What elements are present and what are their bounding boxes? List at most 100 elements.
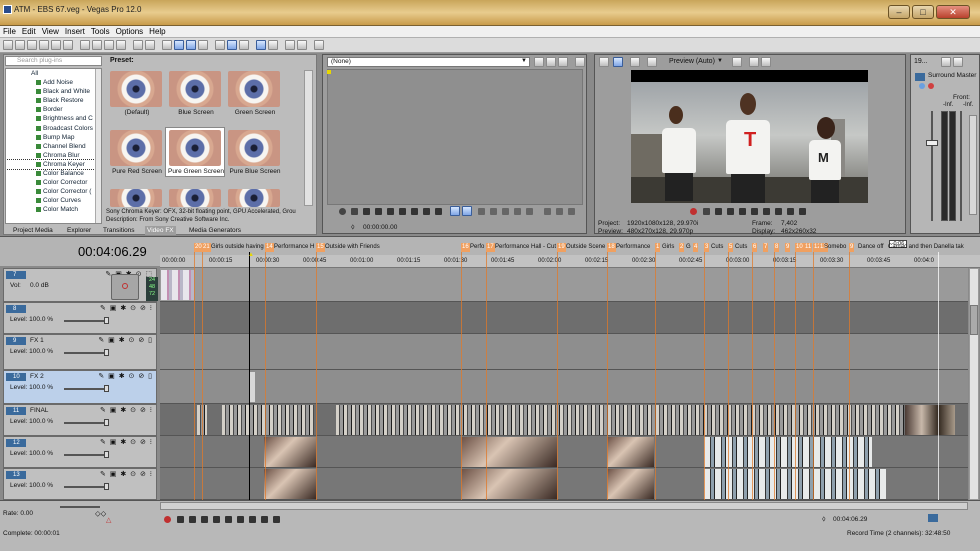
track-name[interactable]: FX 2	[30, 373, 44, 381]
tree-item[interactable]: Chroma Blur	[6, 151, 101, 160]
tree-item[interactable]: Color Balance	[6, 169, 101, 178]
track-level-knob[interactable]	[104, 385, 109, 392]
trimmer-insert-icon[interactable]	[490, 208, 497, 215]
preview-end-icon[interactable]	[775, 208, 782, 215]
properties-icon[interactable]	[63, 40, 73, 50]
track-lane-10[interactable]	[160, 370, 968, 404]
mixer-scrollbar[interactable]	[969, 115, 977, 215]
timeline-marker[interactable]: 3	[704, 243, 710, 252]
track-scroll-thumb[interactable]	[970, 305, 978, 335]
preview-fx-icon[interactable]	[630, 57, 640, 67]
trimmer-record-icon[interactable]	[339, 208, 346, 215]
trimmer-end-icon[interactable]	[411, 208, 418, 215]
timeline-marker[interactable]: 18	[607, 243, 616, 252]
tab-media-generators[interactable]: Media Generators	[189, 226, 241, 235]
trimmer-region-add-icon[interactable]	[556, 208, 563, 215]
video-event[interactable]	[905, 405, 955, 435]
preset-scrollbar[interactable]	[304, 70, 313, 206]
timeline-prev-frame-icon[interactable]	[261, 516, 268, 523]
tree-item[interactable]: Black Restore	[6, 96, 101, 105]
tree-item[interactable]: Color Curves	[6, 196, 101, 205]
redo-icon[interactable]	[145, 40, 155, 50]
menu-file[interactable]: File	[0, 26, 19, 38]
track-level-knob[interactable]	[104, 317, 109, 324]
chevron-down-icon[interactable]: ▼	[717, 58, 723, 64]
minimize-button[interactable]: –	[888, 5, 910, 19]
trimmer-settings-icon[interactable]	[546, 57, 556, 67]
preview-properties-icon[interactable]	[599, 57, 609, 67]
preview-save-snapshot-icon[interactable]	[761, 57, 771, 67]
tree-item-selected[interactable]: Chroma Keyer	[6, 158, 101, 171]
delete-icon[interactable]	[116, 40, 126, 50]
mixer-fader-knob[interactable]	[926, 140, 938, 146]
timeline-marker[interactable]: 15	[316, 243, 325, 252]
timeline-marker[interactable]: 14	[265, 243, 274, 252]
video-event[interactable]	[461, 469, 557, 499]
mixer-menu-icon[interactable]	[941, 57, 951, 67]
cut-icon[interactable]	[80, 40, 90, 50]
track-controls[interactable]: ✎ ▣ ✱ ⊙ ⊘ ⁝	[100, 406, 153, 414]
track-controls[interactable]: ✎ ▣ ✱ ⊙ ⊘ ⁝	[100, 438, 153, 446]
video-event[interactable]	[264, 469, 316, 499]
track-header-7[interactable]: 7 Vol: 0.0 dB ✎ ▣ ✱ ⊙ ⬚ 24 48 72	[3, 268, 158, 302]
track-controls[interactable]: ✎ ▣ ✱ ⊙ ⊘ ▯	[98, 336, 153, 344]
preview-play-icon[interactable]	[727, 208, 734, 215]
preset-thumbnail-partial[interactable]	[228, 189, 280, 207]
track-name[interactable]: FX 1	[30, 337, 44, 345]
trimmer-region-icon[interactable]	[526, 208, 533, 215]
timeline-next-frame-icon[interactable]	[273, 516, 280, 523]
timeline-loop-icon[interactable]	[177, 516, 184, 523]
video-event[interactable]	[222, 405, 314, 435]
timeline-marker[interactable]: 1	[655, 243, 661, 252]
new-project-icon[interactable]	[3, 40, 13, 50]
track-header-9[interactable]: 9 FX 1 ✎ ▣ ✱ ⊙ ⊘ ▯ Level: 100.0 %	[3, 334, 157, 370]
paste-icon[interactable]	[104, 40, 114, 50]
preview-start-icon[interactable]	[763, 208, 770, 215]
tab-project-media[interactable]: Project Media	[13, 226, 53, 235]
track-level-slider[interactable]	[64, 486, 109, 488]
track-header-8[interactable]: 8 ✎ ▣ ✱ ⊙ ⊘ ⁝ Level: 100.0 %	[3, 302, 157, 334]
menu-edit[interactable]: Edit	[19, 26, 39, 38]
preset-thumbnail-default[interactable]	[110, 71, 162, 107]
video-event[interactable]	[336, 405, 904, 435]
timeline-play-start-icon[interactable]	[189, 516, 196, 523]
timeline-horizontal-scrollbar[interactable]	[160, 502, 968, 510]
lock-envelopes-icon[interactable]	[186, 40, 196, 50]
copy-icon[interactable]	[92, 40, 102, 50]
video-event[interactable]	[461, 437, 557, 467]
open-icon[interactable]	[15, 40, 25, 50]
track-header-11[interactable]: 11 FINAL ✎ ▣ ✱ ⊙ ⊘ ⁝ Level: 100.0 %	[3, 404, 157, 436]
search-plugins-input[interactable]: Search plug-ins	[5, 56, 102, 66]
timeline-marker[interactable]: 19	[557, 243, 566, 252]
trimmer-fill-icon[interactable]	[514, 208, 521, 215]
menu-view[interactable]: View	[39, 26, 62, 38]
preview-overlays-icon[interactable]	[732, 57, 742, 67]
preset-thumbnail-partial[interactable]	[110, 189, 162, 207]
tree-item[interactable]: Brightness and C	[6, 114, 101, 123]
mixer-mute-icon[interactable]	[919, 83, 925, 89]
crossfades-icon[interactable]	[215, 40, 225, 50]
close-button[interactable]: ✕	[936, 5, 970, 19]
tree-scrollbar[interactable]	[95, 69, 101, 223]
preview-stop-icon[interactable]	[751, 208, 758, 215]
track-level-slider[interactable]	[64, 320, 109, 322]
trimmer-next-frame-icon[interactable]	[435, 208, 442, 215]
preset-thumbnail-pure-blue-screen[interactable]	[228, 130, 280, 166]
timeline-marker[interactable]: 4	[693, 243, 699, 252]
mixer-solo-icon[interactable]	[928, 83, 934, 89]
video-event[interactable]	[607, 469, 654, 499]
trimmer-overwrite-icon[interactable]	[502, 208, 509, 215]
track-level-knob[interactable]	[104, 483, 109, 490]
preview-copy-snapshot-icon[interactable]	[749, 57, 759, 67]
preview-split-icon[interactable]	[647, 57, 657, 67]
mixer-fx-icon[interactable]	[915, 73, 925, 81]
timeline-marker[interactable]: 7	[763, 243, 769, 252]
video-event[interactable]	[264, 437, 316, 467]
preset-thumbnail-green-screen[interactable]	[228, 71, 280, 107]
preview-loop-icon[interactable]	[703, 208, 710, 215]
preview-prev-frame-icon[interactable]	[787, 208, 794, 215]
video-event[interactable]	[704, 437, 872, 467]
mixer-settings-icon[interactable]	[953, 57, 963, 67]
tree-item[interactable]: Black and White	[6, 87, 101, 96]
rate-slider-knob-icon[interactable]: ⬦⬦	[95, 509, 106, 519]
